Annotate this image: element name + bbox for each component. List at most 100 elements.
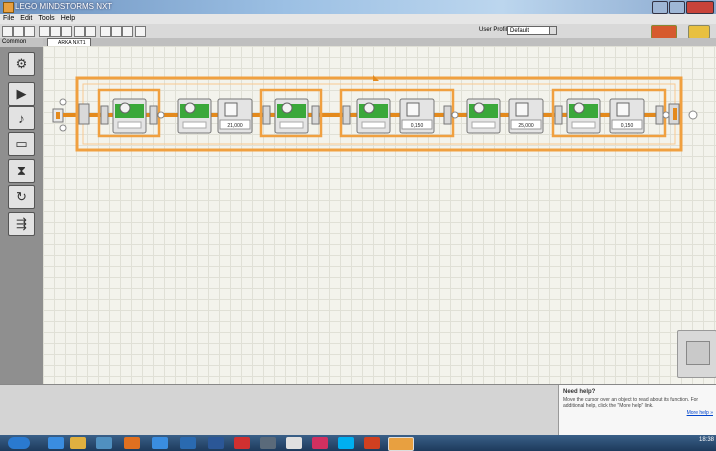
- portal-icon[interactable]: [688, 25, 710, 39]
- connector: [662, 111, 670, 119]
- loop-cap: [311, 105, 320, 125]
- menu-help[interactable]: Help: [61, 14, 75, 24]
- menu-tools[interactable]: Tools: [38, 14, 54, 24]
- robo-center-icon[interactable]: [651, 25, 677, 39]
- move-block[interactable]: [177, 98, 212, 134]
- direction-icon: [471, 121, 496, 129]
- copy-icon[interactable]: [50, 26, 61, 37]
- move-block[interactable]: [566, 98, 601, 134]
- move-block[interactable]: [356, 98, 391, 134]
- loop-cap: [262, 105, 271, 125]
- gear-icon: [573, 102, 585, 114]
- sound-block-icon[interactable]: ♪: [8, 106, 35, 130]
- move-block[interactable]: [466, 98, 501, 134]
- navigation-control[interactable]: [677, 330, 716, 378]
- wait-block[interactable]: 0,150: [609, 98, 645, 134]
- menu-edit[interactable]: Edit: [20, 14, 32, 24]
- record-play-icon[interactable]: ▶: [8, 82, 35, 106]
- new-file-icon[interactable]: [2, 26, 13, 37]
- block-palette: ⚙ ▶ ♪ ▭ ⧗ ↻ ⇶: [0, 47, 43, 431]
- app-icon[interactable]: [180, 437, 196, 449]
- wait-block[interactable]: 21,000: [217, 98, 253, 134]
- loop-end-icon: [673, 108, 677, 120]
- palette-header: Common: [0, 38, 43, 47]
- comment-tool-icon[interactable]: [122, 26, 133, 37]
- wait-block[interactable]: 25,000: [508, 98, 544, 134]
- menu-file[interactable]: File: [3, 14, 14, 24]
- help-panel: Need help? Move the cursor over an objec…: [558, 385, 716, 435]
- move-block-icon[interactable]: ⚙: [8, 52, 35, 76]
- navigation-viewport[interactable]: [686, 341, 710, 365]
- maximize-button[interactable]: [669, 1, 685, 14]
- help-text: Move the cursor over an object to read a…: [563, 397, 699, 409]
- switch-block-icon[interactable]: ⇶: [8, 212, 35, 236]
- gear-icon: [119, 102, 131, 114]
- connector: [451, 111, 459, 119]
- chrome-icon[interactable]: [286, 437, 302, 449]
- close-button[interactable]: [686, 1, 714, 14]
- direction-icon: [571, 121, 596, 129]
- app-icon[interactable]: [260, 437, 276, 449]
- direction-icon: [361, 121, 386, 129]
- opera-icon[interactable]: [234, 437, 250, 449]
- chevron-down-icon[interactable]: [549, 26, 557, 35]
- loop-cap: [149, 105, 158, 125]
- wait-block-icon[interactable]: ⧗: [8, 159, 35, 183]
- wait-block[interactable]: 0,150: [399, 98, 435, 134]
- wait-value: 21,000: [227, 123, 243, 129]
- move-block[interactable]: [274, 98, 309, 134]
- wait-value: 0,150: [621, 123, 634, 129]
- cut-icon[interactable]: [39, 26, 50, 37]
- loop-block-icon[interactable]: ↻: [8, 185, 35, 209]
- hourglass-icon: [616, 102, 630, 117]
- word-icon[interactable]: [208, 437, 224, 449]
- pan-tool-icon[interactable]: [111, 26, 122, 37]
- clock: 18:38: [699, 437, 714, 443]
- tab-program[interactable]: ARKA NXT1: [47, 38, 91, 46]
- title-bar: LEGO MINDSTORMS NXT: [0, 0, 716, 14]
- start-button[interactable]: [8, 437, 30, 449]
- app-icon[interactable]: [312, 437, 328, 449]
- hourglass-icon: [406, 102, 420, 117]
- paste-icon[interactable]: [61, 26, 72, 37]
- end-point: [688, 110, 698, 120]
- window-title: LEGO MINDSTORMS NXT: [15, 2, 113, 11]
- help-title: Need help?: [563, 389, 596, 395]
- custom-palette-icon[interactable]: [135, 26, 146, 37]
- redo-icon[interactable]: [85, 26, 96, 37]
- save-icon[interactable]: [24, 26, 35, 37]
- ie-icon[interactable]: [152, 437, 168, 449]
- gear-icon: [473, 102, 485, 114]
- media-icon[interactable]: [124, 437, 140, 449]
- more-help-link[interactable]: More help »: [687, 410, 713, 416]
- minimize-button[interactable]: [652, 1, 668, 14]
- menu-bar: File Edit Tools Help: [0, 14, 716, 24]
- wait-value: 0,150: [411, 123, 424, 129]
- powerpoint-icon[interactable]: [364, 437, 380, 449]
- pointer-tool-icon[interactable]: [100, 26, 111, 37]
- explorer-icon[interactable]: [70, 437, 86, 449]
- direction-icon: [279, 121, 304, 129]
- direction-icon: [117, 121, 142, 129]
- wait-value: 25,000: [518, 123, 534, 129]
- skype-icon[interactable]: [338, 437, 354, 449]
- loop-cap: [443, 105, 452, 125]
- taskbar: 18:38: [0, 435, 716, 451]
- open-file-icon[interactable]: [13, 26, 24, 37]
- start-point: [59, 98, 67, 106]
- undo-icon[interactable]: [74, 26, 85, 37]
- loop-cap: [655, 105, 664, 125]
- gear-icon: [184, 102, 196, 114]
- display-block-icon[interactable]: ▭: [8, 132, 35, 156]
- loop-cap: [554, 105, 563, 125]
- gear-icon: [281, 102, 293, 114]
- media-player-icon[interactable]: [96, 437, 112, 449]
- move-block[interactable]: [112, 98, 147, 134]
- loop-cap: [342, 105, 351, 125]
- hourglass-icon: [515, 102, 529, 117]
- app-icon: [3, 2, 14, 13]
- ie-icon[interactable]: [48, 437, 64, 449]
- mindstorms-taskbar-icon[interactable]: [388, 437, 414, 451]
- program-canvas[interactable]: 21,000 0,150 25,000 0,150: [43, 46, 716, 384]
- loop-start-cap: [78, 103, 90, 125]
